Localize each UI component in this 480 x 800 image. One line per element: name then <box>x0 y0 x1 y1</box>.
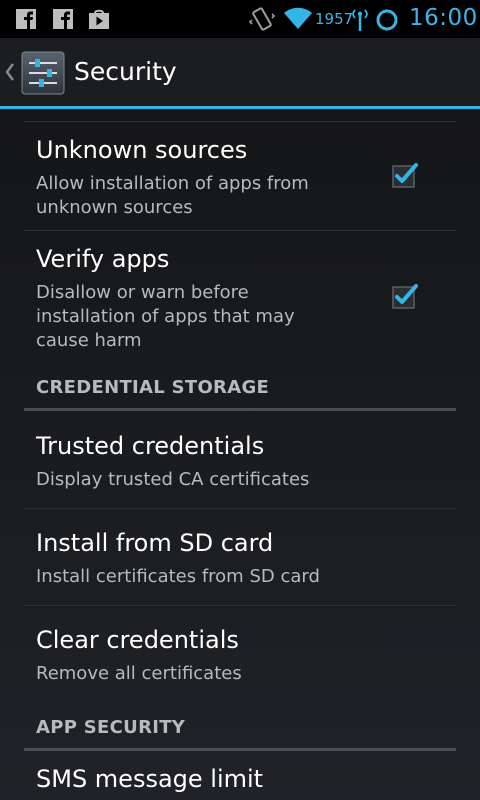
wifi-icon <box>284 7 312 29</box>
verify-apps-title: Verify apps <box>36 245 170 273</box>
section-header-app-security: APP SECURITY <box>36 717 186 738</box>
unknown-sources-summary: Allow installation of apps from unknown … <box>36 173 309 218</box>
preferences-list[interactable]: Unknown sources Allow installation of ap… <box>0 109 480 800</box>
section-header-credential-storage: CREDENTIAL STORAGE <box>36 377 270 398</box>
chevron-left-icon[interactable] <box>4 62 16 82</box>
unknown-sources-checkbox[interactable] <box>391 161 419 189</box>
install-from-sd-card-summary: Install certificates from SD card <box>36 566 320 587</box>
signal-icon <box>352 9 368 31</box>
verify-apps-checkbox[interactable] <box>391 282 419 310</box>
trusted-credentials-title: Trusted credentials <box>36 432 265 460</box>
vibrate-icon <box>249 7 275 31</box>
clear-credentials-title: Clear credentials <box>36 626 239 654</box>
install-from-sd-card-row[interactable] <box>24 509 456 605</box>
unknown-sources-title: Unknown sources <box>36 136 248 164</box>
facebook-icon <box>53 9 73 29</box>
clear-credentials-summary: Remove all certificates <box>36 663 242 684</box>
clear-credentials-row[interactable] <box>24 606 456 703</box>
install-from-sd-card-title: Install from SD card <box>36 529 274 557</box>
settings-sliders-icon[interactable] <box>21 51 65 95</box>
signal-strength-text: 1957 <box>315 10 354 28</box>
action-bar: Security <box>0 38 480 106</box>
page-title: Security <box>74 57 177 86</box>
status-bar: 1957 16:00 <box>0 0 480 38</box>
sms-message-limit-title: SMS message limit <box>36 765 264 793</box>
facebook-icon <box>16 9 36 29</box>
sync-circle-icon <box>376 9 398 31</box>
status-clock: 16:00 <box>409 5 478 31</box>
trusted-credentials-summary: Display trusted CA certificates <box>36 469 310 490</box>
youtube-icon <box>89 9 109 29</box>
verify-apps-summary: Disallow or warn before installation of … <box>36 282 295 351</box>
